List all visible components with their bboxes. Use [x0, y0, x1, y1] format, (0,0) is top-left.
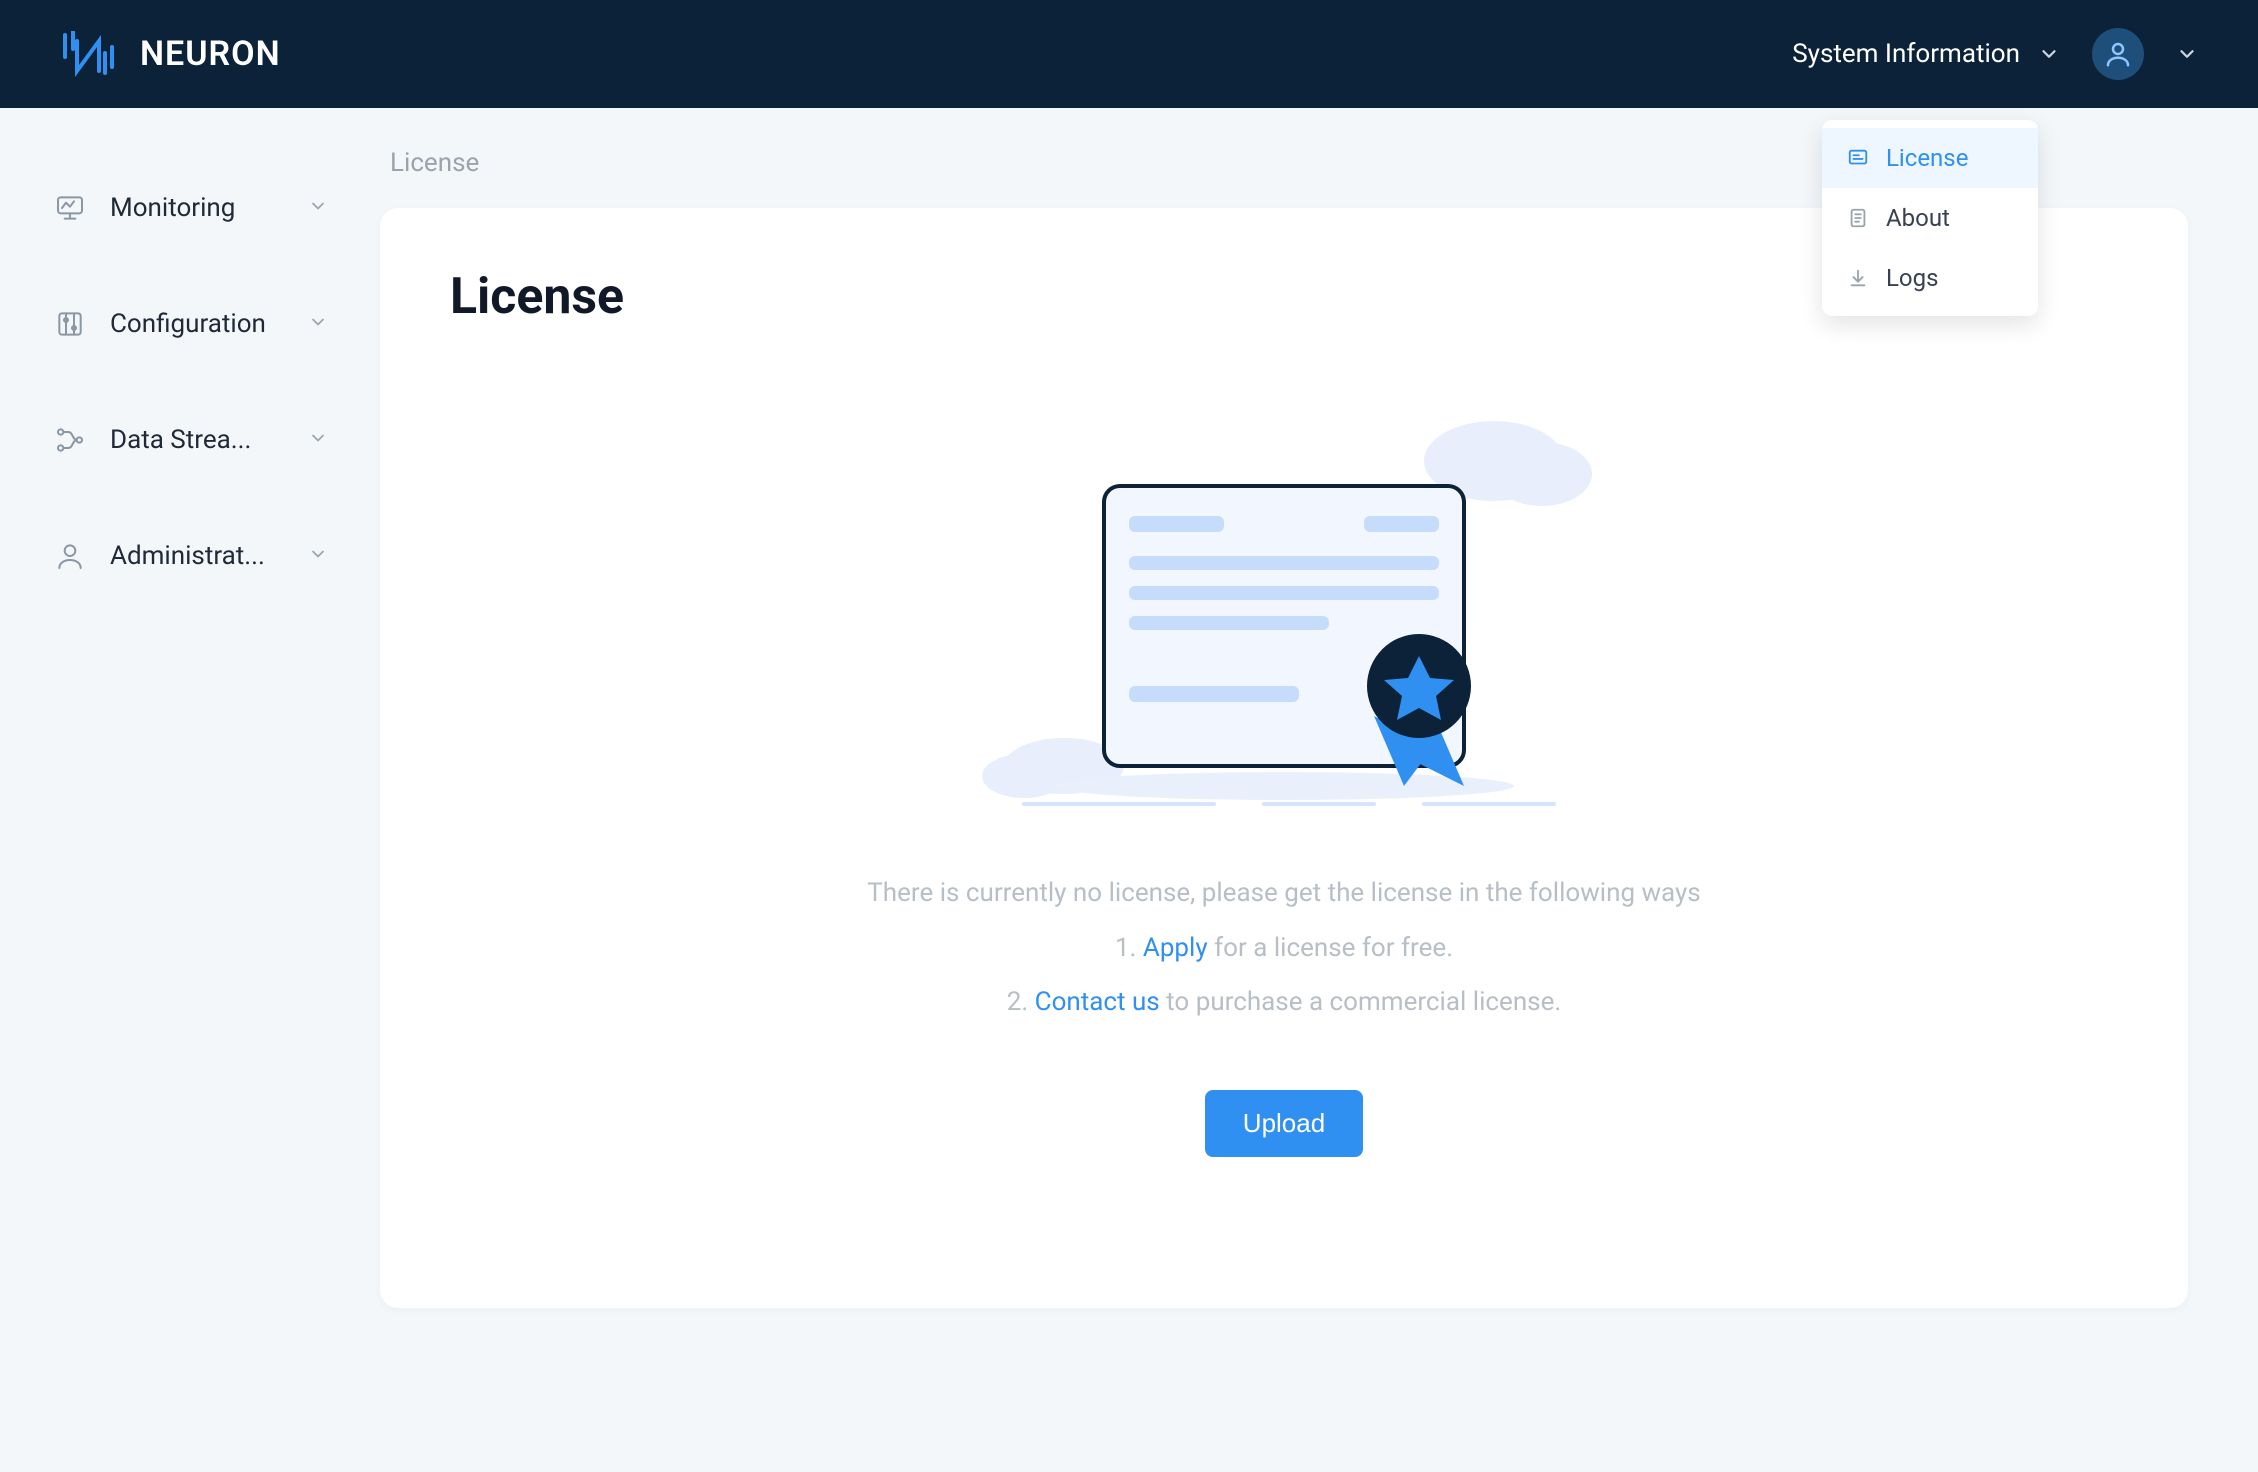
- download-icon: [1846, 267, 1870, 289]
- brand: NEURON: [60, 31, 281, 77]
- upload-button[interactable]: Upload: [1205, 1090, 1363, 1157]
- sidebar-item-data-stream[interactable]: Data Strea...: [40, 400, 340, 480]
- chevron-down-icon: [308, 309, 328, 339]
- chevron-down-icon: [2038, 43, 2060, 65]
- license-icon: [1846, 147, 1870, 169]
- license-card: License: [380, 208, 2188, 1308]
- system-information-label: System Information: [1792, 39, 2020, 69]
- flow-icon: [52, 424, 88, 456]
- system-information-menu[interactable]: System Information: [1792, 39, 2060, 69]
- monitor-icon: [52, 192, 88, 224]
- sidebar-item-label: Configuration: [110, 309, 286, 339]
- empty-state-text: There is currently no license, please ge…: [450, 866, 2118, 1030]
- sliders-icon: [52, 308, 88, 340]
- sidebar-item-configuration[interactable]: Configuration: [40, 284, 340, 364]
- empty-headline: There is currently no license, please ge…: [450, 866, 2118, 921]
- brand-logo-icon: [60, 31, 116, 77]
- sidebar-item-label: Data Strea...: [110, 425, 286, 455]
- sidebar-item-label: Monitoring: [110, 193, 286, 223]
- contact-us-link[interactable]: Contact us: [1035, 987, 1160, 1017]
- sidebar-item-administration[interactable]: Administrat...: [40, 516, 340, 596]
- brand-name: NEURON: [140, 34, 281, 74]
- sidebar: Monitoring Configuration Data Strea...: [0, 108, 380, 1472]
- app-header: NEURON System Information License: [0, 0, 2258, 108]
- header-right: System Information License: [1792, 28, 2198, 80]
- dropdown-item-license[interactable]: License: [1822, 128, 2038, 188]
- license-illustration: [450, 386, 2118, 806]
- system-information-dropdown: License About Logs: [1822, 120, 2038, 316]
- chevron-down-icon: [308, 425, 328, 455]
- user-menu-chevron-down-icon[interactable]: [2176, 43, 2198, 65]
- apply-link[interactable]: Apply: [1143, 933, 1208, 963]
- user-icon: [52, 540, 88, 572]
- dropdown-item-label: About: [1886, 204, 1950, 232]
- user-avatar[interactable]: [2092, 28, 2144, 80]
- sidebar-item-label: Administrat...: [110, 541, 286, 571]
- dropdown-item-label: License: [1886, 144, 1968, 172]
- sidebar-item-monitoring[interactable]: Monitoring: [40, 168, 340, 248]
- dropdown-item-logs[interactable]: Logs: [1822, 248, 2038, 308]
- empty-line-2: 2. Contact us to purchase a commercial l…: [450, 975, 2118, 1030]
- dropdown-item-about[interactable]: About: [1822, 188, 2038, 248]
- about-icon: [1846, 207, 1870, 229]
- empty-line-1: 1. Apply for a license for free.: [450, 921, 2118, 976]
- dropdown-item-label: Logs: [1886, 264, 1938, 292]
- chevron-down-icon: [308, 193, 328, 223]
- chevron-down-icon: [308, 541, 328, 571]
